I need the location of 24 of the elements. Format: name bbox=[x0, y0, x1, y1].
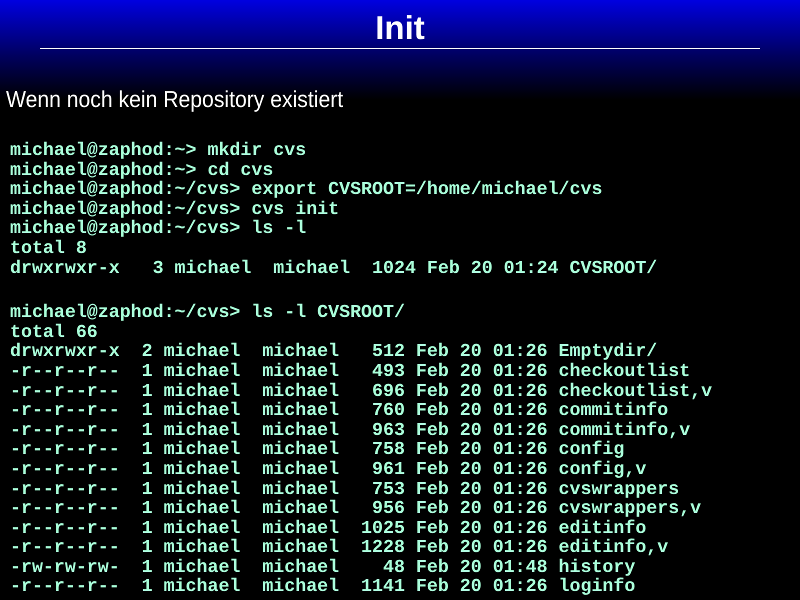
terminal-line: -r--r--r-- 1 michael michael 760 Feb 20 01:26 commitinfo bbox=[10, 402, 668, 422]
terminal-line: total 66 bbox=[10, 324, 98, 343]
terminal-line: drwxrwxr-x 3 michael michael 1024 Feb 20 01:24 CVSROOT/ bbox=[10, 260, 658, 280]
terminal-line: -r--r--r-- 1 michael michael 961 Feb 20 01:26 config,v bbox=[10, 460, 646, 480]
terminal-line: -r--r--r-- 1 michael michael 963 Feb 20 01:26 commitinfo,v bbox=[10, 422, 690, 441]
terminal-line: -r--r--r-- 1 michael michael 696 Feb 20 01:26 checkoutlist,v bbox=[10, 382, 712, 402]
slide-subtitle: Wenn noch kein Repository existiert bbox=[6, 85, 344, 113]
terminal-line: michael@zaphod:~/cvs> cvs init bbox=[10, 200, 340, 220]
terminal-line: -r--r--r-- 1 michael michael 1025 Feb 20 01:26 editinfo bbox=[10, 520, 646, 539]
terminal-line: -r--r--r-- 1 michael michael 1141 Feb 20 01:26 loginfo bbox=[10, 578, 636, 598]
terminal-line: -rw-rw-rw- 1 michael michael 48 Feb 20 01:48 history bbox=[10, 558, 636, 578]
terminal-line: total 8 bbox=[10, 240, 87, 260]
terminal-line: -r--r--r-- 1 michael michael 956 Feb 20 01:26 cvswrappers,v bbox=[10, 500, 702, 520]
terminal-line: -r--r--r-- 1 michael michael 758 Feb 20 01:26 config bbox=[10, 441, 624, 460]
terminal-line: michael@zaphod:~/cvs> export CVSROOT=/home/michael/cvs bbox=[10, 181, 602, 200]
terminal-line: -r--r--r-- 1 michael michael 1228 Feb 20 01:26 editinfo,v bbox=[10, 539, 668, 558]
terminal-line: michael@zaphod:~> cd cvs bbox=[10, 162, 274, 181]
terminal-line: michael@zaphod:~/cvs> ls -l CVSROOT/ bbox=[10, 304, 405, 324]
slide-title: Init bbox=[374, 8, 426, 48]
terminal-line: drwxrwxr-x 2 michael michael 512 Feb 20 01:26 Emptydir/ bbox=[10, 343, 658, 362]
terminal-line: -r--r--r-- 1 michael michael 493 Feb 20 01:26 checkoutlist bbox=[10, 362, 690, 382]
terminal-line: michael@zaphod:~> mkdir cvs bbox=[10, 142, 306, 162]
terminal-line: -r--r--r-- 1 michael michael 753 Feb 20 01:26 cvswrappers bbox=[10, 480, 680, 500]
terminal-line: michael@zaphod:~/cvs> ls -l bbox=[10, 220, 306, 240]
